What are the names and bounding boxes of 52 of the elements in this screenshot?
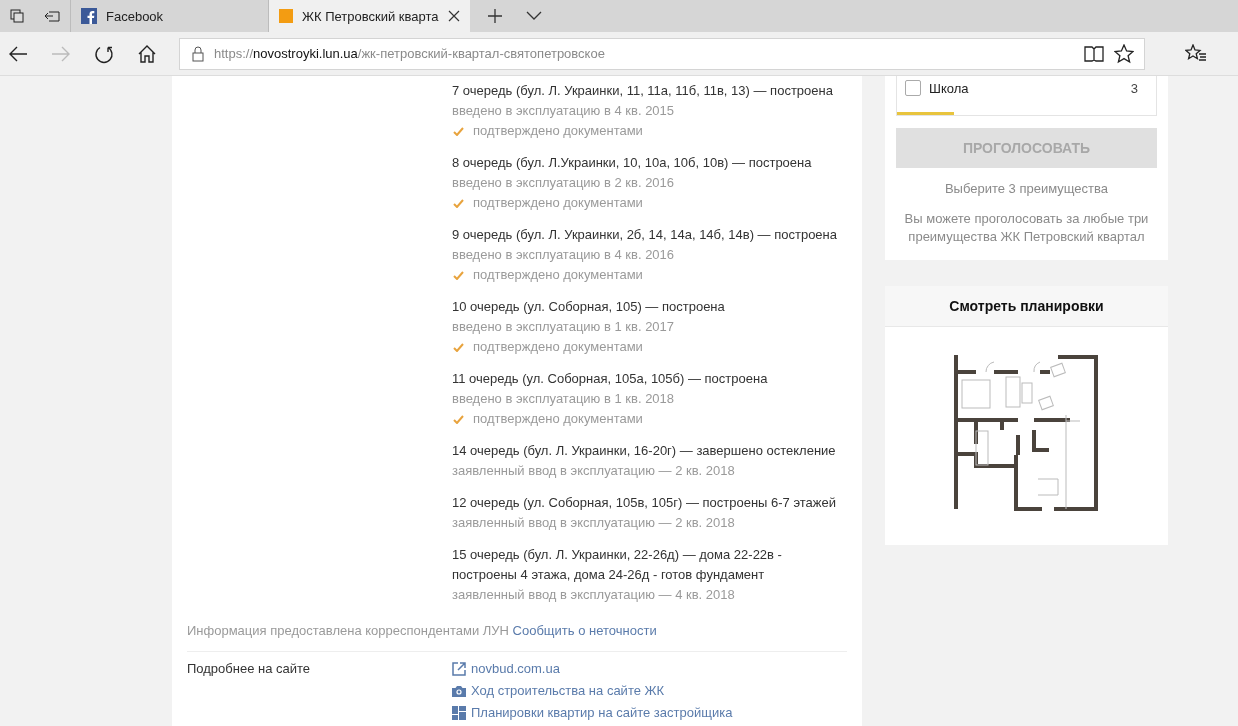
stage-status: заявленный ввод в эксплуатацию — 2 кв. 2018 <box>452 462 736 480</box>
stage-status: введено в эксплуатацию в 1 кв. 2017 <box>452 318 676 336</box>
confirmation-note: подтверждено документами <box>473 410 643 428</box>
layout-icon <box>452 706 466 720</box>
confirmation-note: подтверждено документами <box>473 194 643 212</box>
info-note: Информация предоставлена корреспондентами ЛУН <box>187 623 509 638</box>
option-count: 3 <box>1130 80 1138 96</box>
site-icon <box>279 9 293 23</box>
chevron-down-icon[interactable] <box>526 11 542 21</box>
reading-view-icon[interactable] <box>1084 45 1104 62</box>
floor-plan-drawing[interactable] <box>953 355 1100 511</box>
tab-preview-icon[interactable] <box>10 9 24 23</box>
stage-title: 9 очередь (бул. Л. Украинки, 2б, 14, 14а, 14б, 14в) — построена <box>452 226 838 244</box>
star-icon[interactable] <box>1114 43 1134 64</box>
checkbox[interactable] <box>905 80 921 96</box>
vote-hint: Выберите 3 преимущества <box>943 180 1110 198</box>
stage-status: введено в эксплуатацию в 1 кв. 2018 <box>452 390 676 408</box>
plans-title: Смотреть планировки <box>885 286 1168 327</box>
new-tab-icon[interactable] <box>488 9 502 23</box>
more-label: Подробнее на сайте <box>187 660 312 678</box>
set-aside-tabs-icon[interactable] <box>44 9 60 23</box>
site-link[interactable]: Планировки квартир на сайте застройщика <box>471 702 733 724</box>
favorites-hub-icon[interactable] <box>1185 43 1207 64</box>
stage-title: 8 очередь (бул. Л.Украинки, 10, 10а, 10б, 10в) — построена <box>452 154 813 172</box>
stage-status: заявленный ввод в эксплуатацию — 2 кв. 2018 <box>452 514 736 532</box>
vote-note: Вы можете проголосовать за любые три преимущества ЖК Петровский квартал <box>903 210 1150 246</box>
close-icon[interactable] <box>448 10 460 22</box>
browser-tab[interactable]: ЖК Петровский кварта <box>268 0 470 32</box>
site-link[interactable]: Ход строительства на сайте ЖК <box>471 680 665 702</box>
stage-title: 7 очередь (бул. Л. Украинки, 11, 11а, 11б, 11в, 13) — построена <box>452 82 834 100</box>
external-link-icon <box>452 662 466 676</box>
stage-title: 12 очередь (ул. Соборная, 105в, 105г) — построены 6-7 этажей <box>452 494 838 512</box>
back-icon[interactable] <box>8 45 28 62</box>
stage-title: 10 очередь (ул. Соборная, 105) — построена <box>452 298 726 316</box>
camera-icon <box>452 685 466 697</box>
stage-title: 14 очередь (бул. Л. Украинки, 16-20г) — завершено остекление <box>452 442 837 460</box>
confirmation-note: подтверждено документами <box>473 266 643 284</box>
stage-status: введено в эксплуатацию в 2 кв. 2016 <box>452 174 676 192</box>
report-link[interactable]: Сообщить о неточности <box>512 623 657 638</box>
address-bar[interactable]: https://novostroyki.lun.ua/жк-петровский-квартал-святопетровское <box>179 37 1145 70</box>
stage-status: введено в эксплуатацию в 4 кв. 2016 <box>452 246 676 264</box>
stage-status: заявленный ввод в эксплуатацию — 4 кв. 2018 <box>452 586 736 604</box>
stage-title: 15 очередь (бул. Л. Украинки, 22-26д) — дома 22-22в - построены 4 этажа, дома 24-26д - готов фундамент <box>452 546 783 584</box>
facebook-icon <box>81 8 97 24</box>
stage-status: введено в эксплуатацию в 4 кв. 2015 <box>452 102 676 120</box>
confirmation-note: подтверждено документами <box>473 122 643 140</box>
stage-title: 11 очередь (ул. Соборная, 105а, 105б) — построена <box>452 370 769 388</box>
lock-icon <box>192 45 204 62</box>
confirmation-note: подтверждено документами <box>473 338 643 356</box>
site-link[interactable]: novbud.com.ua <box>471 658 560 680</box>
home-icon[interactable] <box>137 43 157 64</box>
option-label: Школа <box>929 80 970 96</box>
